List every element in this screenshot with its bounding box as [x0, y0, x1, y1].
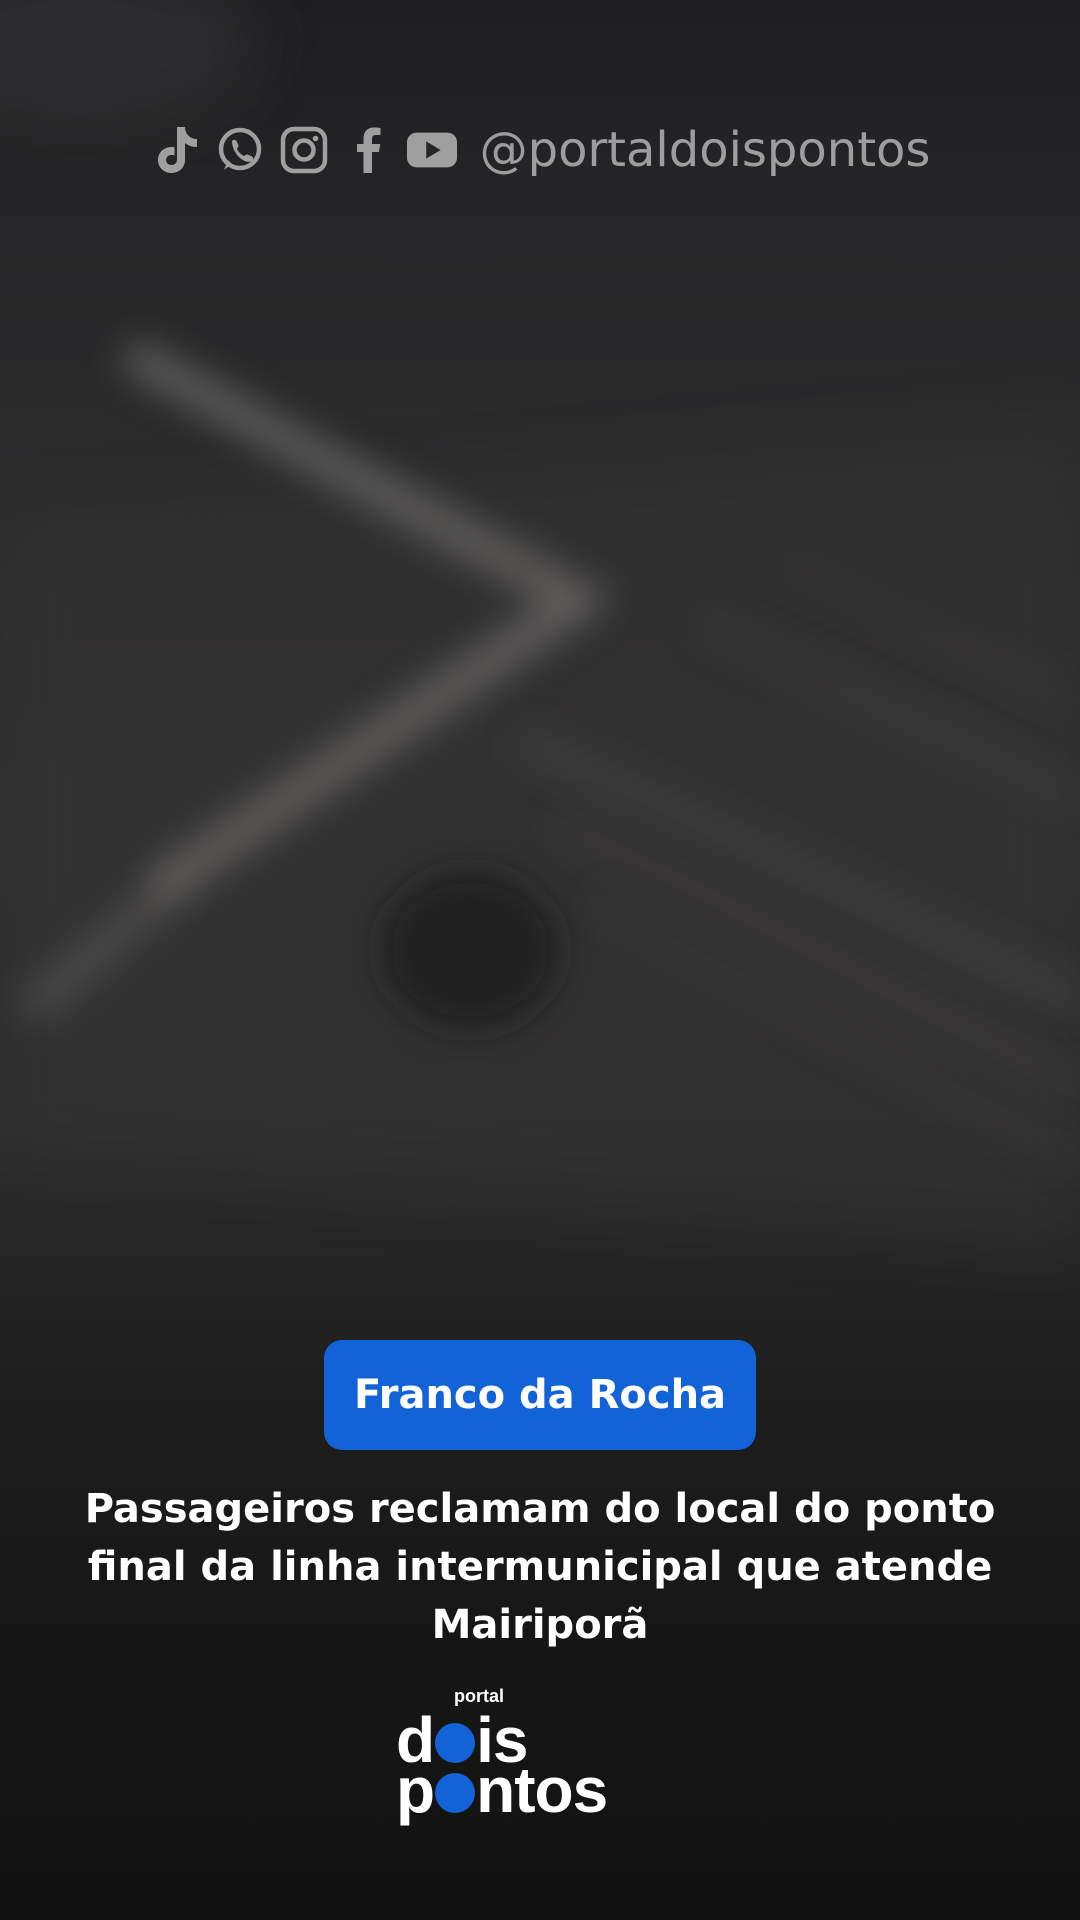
facebook-icon[interactable] — [342, 124, 394, 176]
tiktok-icon[interactable] — [150, 124, 202, 176]
social-handle-bar: @portaldoispontos — [0, 118, 1080, 182]
headline: Passageiros reclamam do local do ponto f… — [84, 1486, 996, 1648]
social-handle-text: @portaldoispontos — [479, 122, 931, 178]
whatsapp-icon[interactable] — [214, 124, 266, 176]
video-stage[interactable]: @portaldoispontos Franco da Rocha Passag… — [0, 0, 1080, 1920]
logo-blue-dot — [435, 1723, 476, 1763]
logo-blue-dot — [435, 1773, 476, 1813]
category-badge: Franco da Rocha — [324, 1340, 756, 1450]
logo-pontos-suffix: ntos — [476, 1754, 608, 1826]
logo-word-pontos: p ntos — [396, 1758, 608, 1822]
youtube-icon[interactable] — [406, 124, 458, 176]
portal-dois-pontos-logo: portal d is p ntos — [396, 1686, 696, 1822]
logo-pontos-prefix: p — [396, 1754, 435, 1826]
instagram-icon[interactable] — [278, 124, 330, 176]
